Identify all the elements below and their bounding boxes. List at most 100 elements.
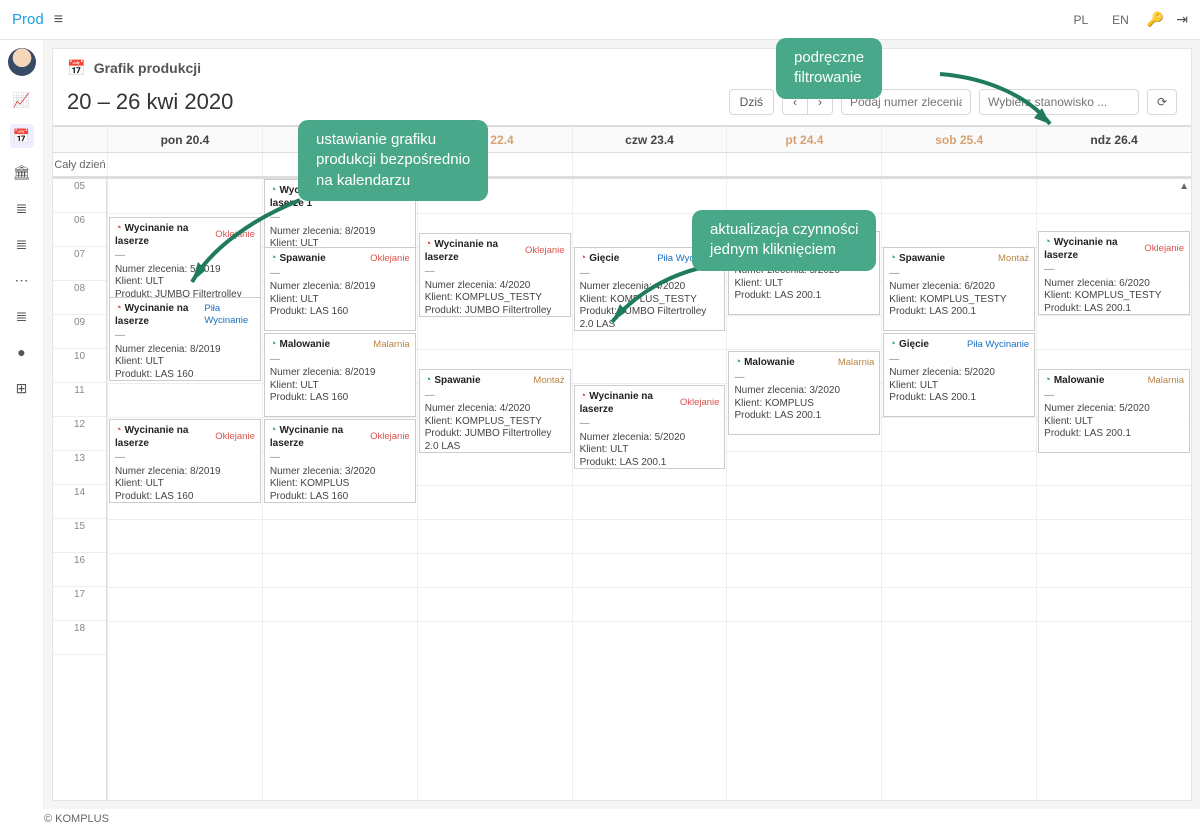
day-column-ndz[interactable]: Wycinanie na laserzeOklejanie—Numer zlec… xyxy=(1036,179,1191,800)
callout-arrow-1 xyxy=(180,190,320,300)
day-column-pt[interactable]: SpawanieMontaż—Numer zlecenia: 5/2020Kli… xyxy=(726,179,881,800)
avatar[interactable] xyxy=(8,48,36,76)
task-card[interactable]: GięciePiła Wycinanie—Numer zlecenia: 5/2… xyxy=(883,333,1035,417)
task-card[interactable]: MalowanieMalarnia—Numer zlecenia: 8/2019… xyxy=(264,333,416,417)
day-header-czw[interactable]: czw 23.4 xyxy=(572,127,727,152)
task-card[interactable]: SpawanieMontaż—Numer zlecenia: 4/2020Kli… xyxy=(419,369,571,453)
sidebar-calendar-icon[interactable]: 📅 xyxy=(10,124,34,148)
task-card[interactable]: Wycinanie na laserzeOklejanie—Numer zlec… xyxy=(419,233,571,317)
task-card[interactable]: Wycinanie na laserzeOklejanie—Numer zlec… xyxy=(109,419,261,503)
sidebar-more-icon[interactable]: ⋯ xyxy=(10,268,34,292)
hour-06: 06 xyxy=(53,213,106,247)
day-header-pt[interactable]: pt 24.4 xyxy=(726,127,881,152)
callout-arrow-3 xyxy=(930,58,1070,138)
lang-pl-button[interactable]: PL xyxy=(1067,9,1094,31)
task-detail-line: Numer zlecenia: 4/2020 xyxy=(425,280,565,293)
callout-scheduling: ustawianie grafiku produkcji bezpośredni… xyxy=(298,120,488,201)
sidebar-bank-icon[interactable]: 🏛 xyxy=(10,160,34,184)
task-detail-line: Klient: KOMPLUS_TESTY xyxy=(425,292,565,305)
task-tag: Malarnia xyxy=(373,339,409,351)
hour-13: 13 xyxy=(53,451,106,485)
hour-08: 08 xyxy=(53,281,106,315)
task-detail-line: Produkt: LAS 200.1 xyxy=(734,290,874,303)
task-tag: Oklejanie xyxy=(370,253,410,265)
task-name: Malowanie xyxy=(270,338,330,352)
hour-12: 12 xyxy=(53,417,106,451)
task-name: Wycinanie na laserze xyxy=(425,238,525,264)
callout-arrow-2 xyxy=(600,260,720,340)
task-tag: Montaż xyxy=(998,253,1029,265)
panel-title: Grafik produkcji xyxy=(94,60,201,76)
brand-logo[interactable]: Prod xyxy=(12,11,44,28)
hour-14: 14 xyxy=(53,485,106,519)
task-detail-line: Numer zlecenia: 8/2019 xyxy=(270,367,410,380)
task-card[interactable]: Wycinanie na laserzeOklejanie—Numer zlec… xyxy=(1038,231,1190,315)
task-card[interactable]: Wycinanie na laserzeOklejanie—Numer zlec… xyxy=(574,385,726,469)
task-detail-line: Klient: ULT xyxy=(1044,416,1184,429)
task-detail-line: Numer zlecenia: 3/2020 xyxy=(734,385,874,398)
sidebar: 📈 📅 🏛 ≣ ≣ ⋯ ≣ ● ⊞ xyxy=(0,40,44,809)
task-detail-line: Numer zlecenia: 4/2020 xyxy=(425,403,565,416)
task-card[interactable]: Wycinanie na laserzePiła Wycinanie—Numer… xyxy=(109,297,261,381)
hour-18: 18 xyxy=(53,621,106,655)
today-button[interactable]: Dziś xyxy=(729,89,774,115)
task-card[interactable]: Wycinanie na laserzeOklejanie—Numer zlec… xyxy=(264,419,416,503)
day-column-sob[interactable]: SpawanieMontaż—Numer zlecenia: 6/2020Kli… xyxy=(881,179,1036,800)
task-tag: Piła Wycinanie xyxy=(967,339,1029,351)
task-detail-line: Produkt: LAS 200.1 xyxy=(1044,303,1184,315)
task-card[interactable]: MalowanieMalarnia—Numer zlecenia: 5/2020… xyxy=(1038,369,1190,453)
task-detail-line: Numer zlecenia: 5/2020 xyxy=(889,367,1029,380)
lang-en-button[interactable]: EN xyxy=(1106,9,1135,31)
callout-update: aktualizacja czynności jednym kliknięcie… xyxy=(692,210,876,271)
task-detail-line: Produkt: JUMBO Filtertrolley 2.0 LAS xyxy=(425,428,565,453)
task-name: Malowanie xyxy=(1044,374,1104,388)
task-detail-line: Produkt: LAS 160 xyxy=(270,306,410,319)
task-tag: Malarnia xyxy=(838,357,874,369)
task-name: Gięcie xyxy=(889,338,929,352)
key-icon[interactable]: 🔑 xyxy=(1147,11,1164,28)
day-header-pon[interactable]: pon 20.4 xyxy=(107,127,262,152)
sidebar-list2-icon[interactable]: ≣ xyxy=(10,232,34,256)
task-detail-line: Klient: KOMPLUS_TESTY xyxy=(1044,290,1184,303)
task-tag: Montaż xyxy=(533,375,564,387)
task-name: Wycinanie na laserze xyxy=(580,390,680,416)
task-tag: Oklejanie xyxy=(215,431,255,443)
hour-15: 15 xyxy=(53,519,106,553)
logout-icon[interactable]: ⇥ xyxy=(1176,11,1188,28)
task-detail-line: Klient: ULT xyxy=(889,380,1029,393)
sidebar-list3-icon[interactable]: ≣ xyxy=(10,304,34,328)
footer-copyright: © KOMPLUS xyxy=(44,813,109,825)
sidebar-grid-icon[interactable]: ⊞ xyxy=(10,376,34,400)
task-name: Wycinanie na laserze xyxy=(115,424,215,450)
task-detail-line: Numer zlecenia: 6/2020 xyxy=(1044,278,1184,291)
top-bar: Prod ≡ PL EN 🔑 ⇥ xyxy=(0,0,1200,40)
production-schedule-panel: 📅 Grafik produkcji 20 – 26 kwi 2020 Dziś… xyxy=(52,48,1192,801)
day-column-sr[interactable]: Wycinanie na laserzeOklejanie—Numer zlec… xyxy=(417,179,572,800)
task-detail-line: Klient: ULT xyxy=(734,278,874,291)
sidebar-list1-icon[interactable]: ≣ xyxy=(10,196,34,220)
task-detail-line: Klient: ULT xyxy=(115,356,255,369)
hour-16: 16 xyxy=(53,553,106,587)
task-name: Spawanie xyxy=(889,252,945,266)
refresh-button[interactable]: ⟳ xyxy=(1147,89,1177,115)
task-tag: Oklejanie xyxy=(1144,243,1184,255)
sidebar-chart-icon[interactable]: 📈 xyxy=(10,88,34,112)
task-detail-line: Produkt: JUMBO Filtertrolley 2.0 LAS xyxy=(425,305,565,317)
task-detail-line: Klient: ULT xyxy=(580,444,720,457)
footer: © KOMPLUS xyxy=(0,809,1200,829)
all-day-label: Cały dzień xyxy=(53,153,107,176)
task-card[interactable]: SpawanieMontaż—Numer zlecenia: 6/2020Kli… xyxy=(883,247,1035,331)
task-tag: Piła Wycinanie xyxy=(204,303,255,327)
task-detail-line: Numer zlecenia: 5/2020 xyxy=(580,432,720,445)
task-detail-line: Produkt: LAS 160 xyxy=(115,491,255,503)
task-detail-line: Produkt: LAS 200.1 xyxy=(1044,428,1184,441)
task-card[interactable]: MalowanieMalarnia—Numer zlecenia: 3/2020… xyxy=(728,351,880,435)
menu-toggle-icon[interactable]: ≡ xyxy=(54,11,63,29)
task-detail-line: Klient: KOMPLUS_TESTY xyxy=(425,416,565,429)
task-detail-line: Produkt: LAS 200.1 xyxy=(580,457,720,469)
week-range-label: 20 – 26 kwi 2020 xyxy=(67,89,233,115)
task-detail-line: Produkt: LAS 200.1 xyxy=(889,306,1029,319)
task-detail-line: Klient: ULT xyxy=(115,478,255,491)
task-detail-line: Produkt: LAS 160 xyxy=(270,392,410,405)
sidebar-dot-icon[interactable]: ● xyxy=(10,340,34,364)
